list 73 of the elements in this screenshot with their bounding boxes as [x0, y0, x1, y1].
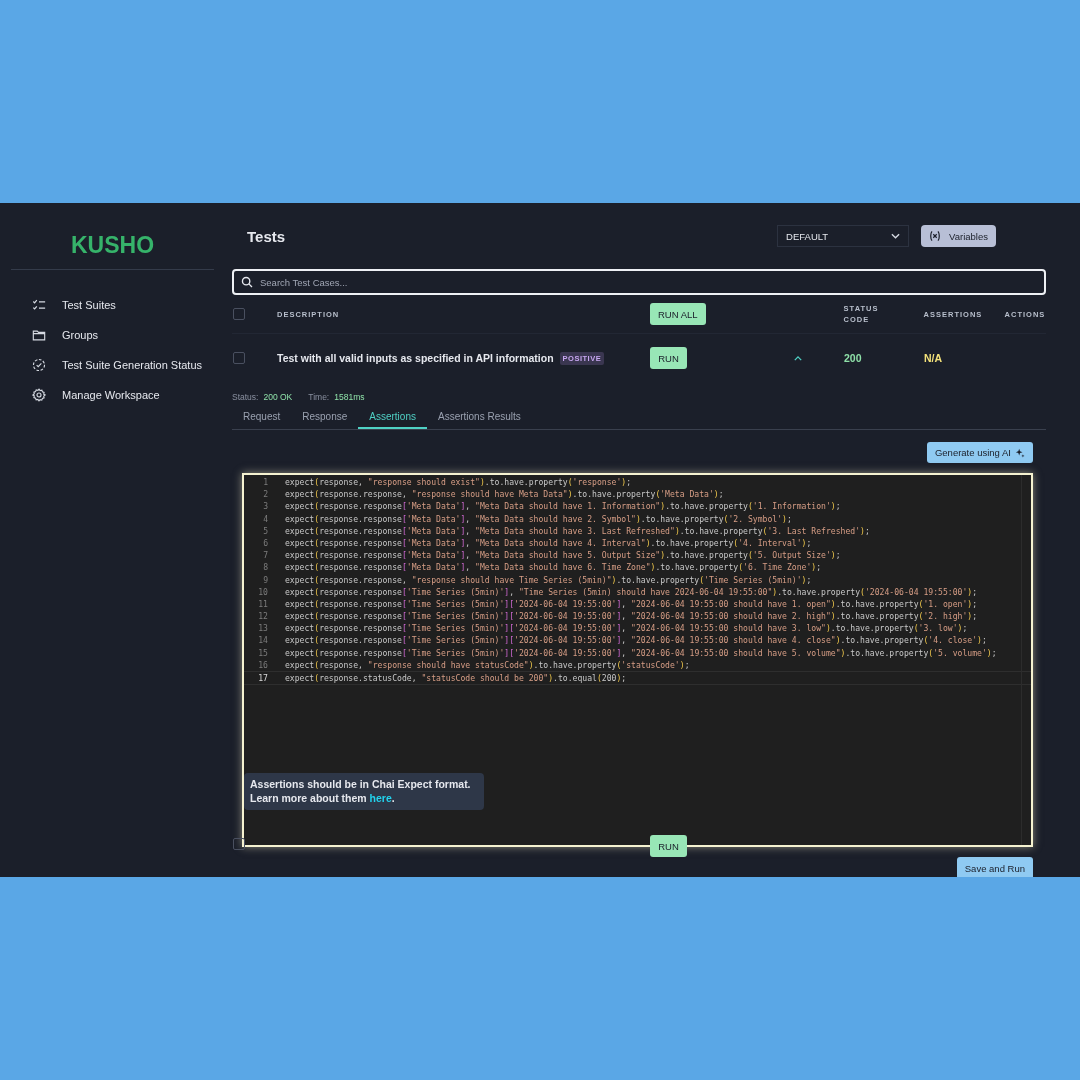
- help-link[interactable]: here: [369, 791, 392, 804]
- code-line: expect(response.response['Meta Data'], "Meta Data should have 4. Interval").to.have.property('4. Interval');: [285, 536, 812, 550]
- run-button[interactable]: RUN: [650, 835, 687, 857]
- run-button[interactable]: RUN: [650, 347, 687, 369]
- logo: KUSHO: [69, 232, 156, 258]
- code-line: expect(response.response['Meta Data'], "Meta Data should have 3. Last Refreshed").to.have.property('3. Last Refreshed');: [285, 524, 870, 537]
- code-line: expect(response.response['Time Series (5min)']['2024-06-04 19:55:00'], "2024-06-04 19:55:00 should have 2. high").to.have.property('2. high');: [285, 610, 978, 623]
- page-title: Tests: [246, 227, 287, 245]
- run-all-button[interactable]: RUN ALL: [650, 303, 706, 325]
- status-value: 200 OK: [263, 392, 293, 402]
- tab[interactable]: Assertions: [358, 407, 427, 429]
- line-number: 15: [257, 646, 268, 659]
- status-code: 200: [844, 352, 863, 364]
- status-label: Status:: [232, 392, 259, 402]
- checkbox[interactable]: [233, 838, 245, 850]
- line-number: 10: [257, 585, 268, 598]
- code-line: expect(response.response['Time Series (5min)']['2024-06-04 19:55:00'], "2024-06-04 19:55:00 should have 4. close").to.have.property('4. close');: [285, 634, 987, 647]
- sidebar-item[interactable]: Manage Workspace: [11, 380, 214, 410]
- sidebar-item[interactable]: Test Suites: [11, 290, 214, 320]
- code-line: expect(response.response, "response should have Meta Data").to.have.property('Meta Data');: [285, 488, 724, 501]
- line-number: 11: [257, 597, 268, 611]
- line-number: 2: [262, 488, 268, 501]
- folder-icon: [32, 328, 46, 342]
- code-line: expect(response.response['Meta Data'], "Meta Data should have 2. Symbol").to.have.property('2. Symbol');: [285, 512, 792, 525]
- code-line: expect(response.response['Meta Data'], "Meta Data should have 1. Information").to.have.property('1. Information');: [285, 500, 841, 513]
- chevron-up-icon[interactable]: [794, 355, 802, 361]
- sidebar-item[interactable]: Test Suite Generation Status: [11, 350, 214, 380]
- checklist-icon: [32, 298, 46, 312]
- tab[interactable]: Response: [291, 407, 359, 429]
- line-number: 3: [262, 500, 268, 513]
- variable-icon: [929, 230, 942, 242]
- test-case-description: Test with all valid inputs as specified in API information: [277, 352, 554, 364]
- line-number: 1: [262, 476, 268, 489]
- hint-text: Assertions should be in Chai Expect format. Learn more about them here.: [250, 778, 471, 804]
- code-line: expect(response.response['Time Series (5min)']['2024-06-04 19:55:00'], "2024-06-04 19:55:00 should have 1. open").to.have.property('1. open');: [285, 597, 978, 611]
- settings-icon: [32, 388, 46, 402]
- code-line: expect(response.response, "response should have Time Series (5min)").to.have.property('Time Series (5min)');: [285, 573, 812, 586]
- assertions-value: N/A: [924, 352, 944, 364]
- code-line: expect(response, "response should have statusCode").to.have.property('statusCode');: [285, 658, 690, 671]
- line-number: 8: [262, 561, 268, 574]
- time-label: Time:: [308, 392, 330, 402]
- code-line: expect(response.statusCode, "statusCode should be 200").to.equal(200);: [285, 672, 627, 685]
- sidebar-item[interactable]: Groups: [11, 320, 214, 350]
- line-number: 6: [262, 536, 268, 550]
- save-and-run-button[interactable]: Save and Run: [956, 857, 1033, 877]
- tab[interactable]: Assertions Results: [426, 407, 532, 429]
- line-number: 9: [262, 573, 268, 586]
- code-line: expect(response.response['Meta Data'], "Meta Data should have 6. Time Zone").to.have.property('6. Time Zone');: [285, 561, 822, 574]
- line-number: 14: [257, 634, 268, 647]
- search-icon: [241, 276, 253, 288]
- line-number: 13: [257, 622, 268, 635]
- code-line: expect(response, "response should exist").to.have.property('response');: [285, 476, 631, 489]
- line-number: 16: [257, 658, 268, 671]
- line-number: 4: [262, 512, 268, 525]
- code-line: expect(response.response['Time Series (5min)'], "Time Series (5min) should have 2024-06-04 19:55:00").to.have.property('2024-06-04 19:55:00');: [285, 585, 977, 598]
- checkbox[interactable]: [233, 308, 245, 320]
- code-line: expect(response.response['Time Series (5min)']['2024-06-04 19:55:00'], "2024-06-04 19:55:00 should have 3. low").to.have.property('3. low');: [285, 622, 968, 635]
- code-line: expect(response.response['Time Series (5min)']['2024-06-04 19:55:00'], "2024-06-04 19:55:00 should have 5. volume").to.have.property('5. volume');: [285, 646, 997, 659]
- line-number: 12: [257, 610, 268, 623]
- chevron-down-icon: [891, 233, 901, 239]
- generate-ai-button[interactable]: Generate using AI: [926, 442, 1033, 463]
- line-number: 17: [257, 672, 268, 685]
- time-value: 1581ms: [334, 392, 365, 402]
- search-field[interactable]: Search Test Cases...: [232, 269, 1046, 295]
- line-number: 5: [262, 524, 268, 537]
- dashed-check-circle-icon: [32, 358, 46, 372]
- variables-button[interactable]: Variables: [921, 225, 996, 247]
- checkbox[interactable]: [233, 352, 245, 364]
- environment-dropdown[interactable]: DEFAULT: [777, 225, 910, 247]
- tab[interactable]: Request: [232, 407, 292, 429]
- line-number: 7: [262, 549, 268, 562]
- code-line: expect(response.response['Meta Data'], "Meta Data should have 5. Output Size").to.have.property('5. Output Size');: [285, 549, 841, 562]
- sparkle-icon: [1015, 447, 1025, 458]
